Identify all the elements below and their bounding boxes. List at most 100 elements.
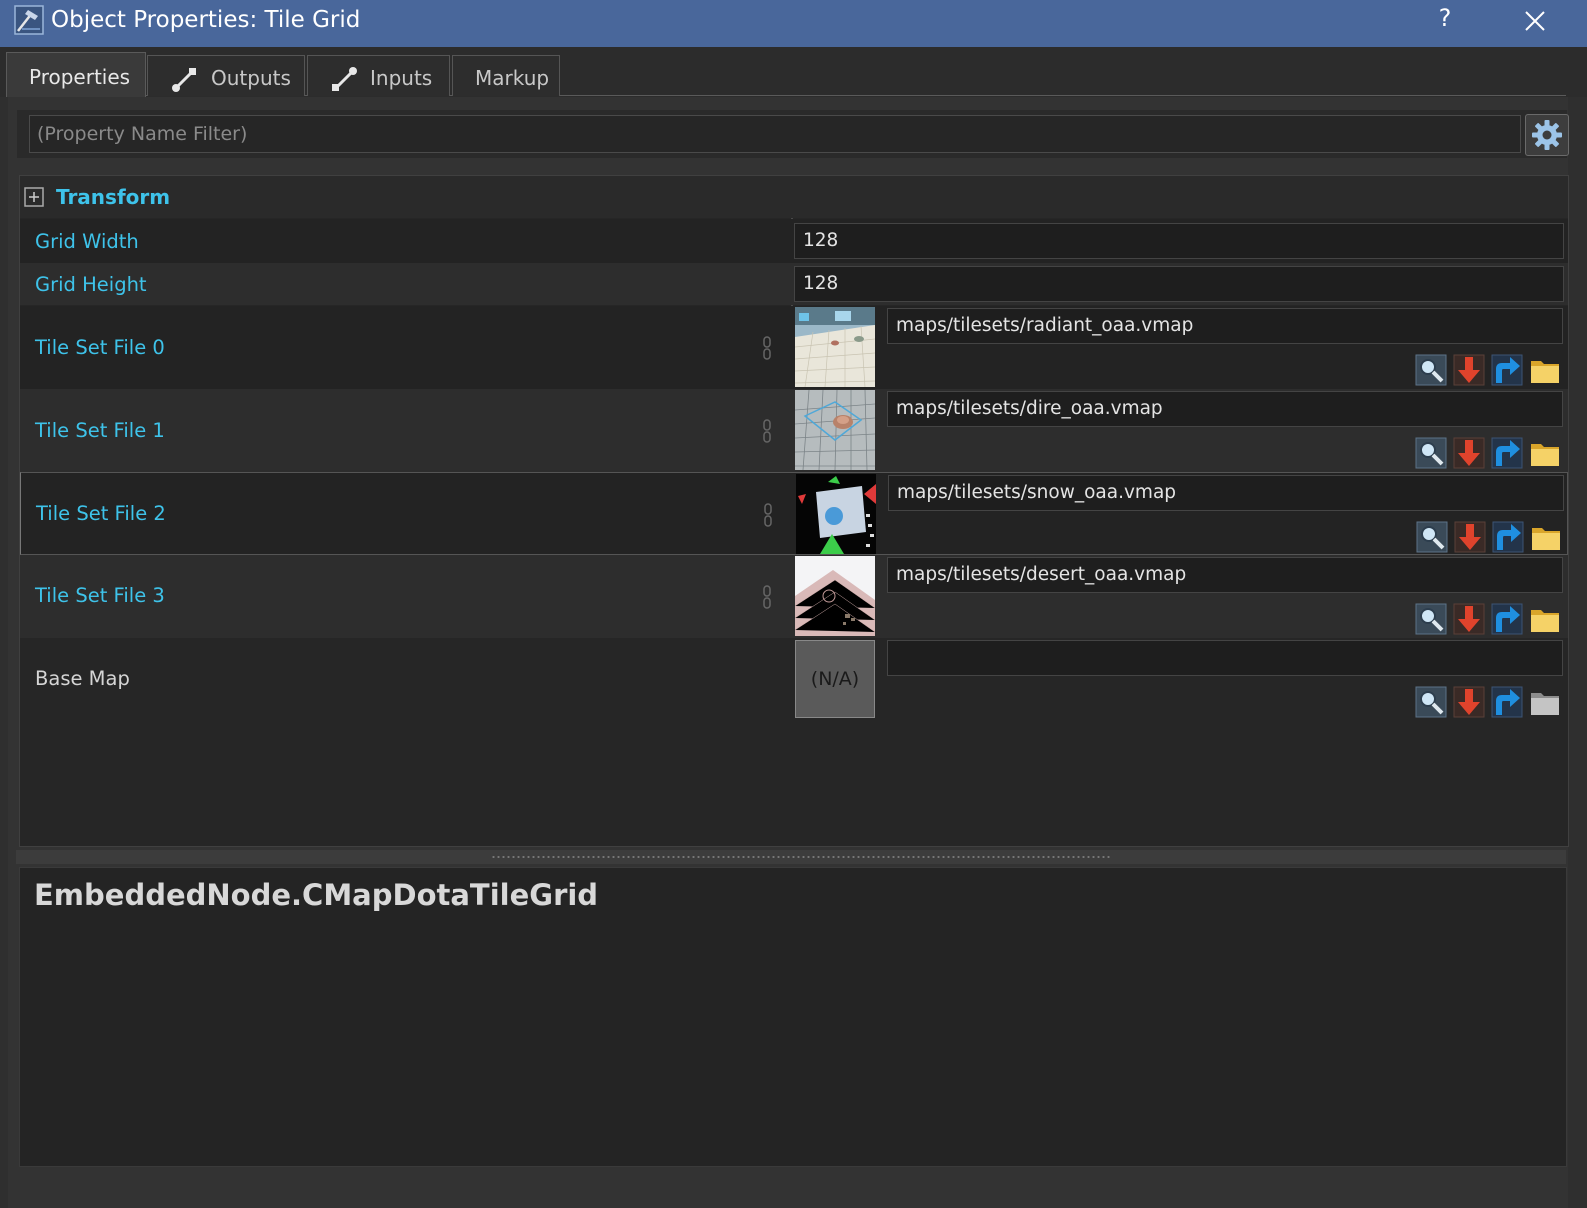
open-folder-button[interactable] bbox=[1529, 603, 1561, 635]
goto-asset-button[interactable] bbox=[1491, 437, 1523, 469]
link-chain-icon[interactable] bbox=[762, 336, 772, 360]
base-map-path-field[interactable] bbox=[887, 640, 1563, 676]
magnifier-icon bbox=[1415, 603, 1447, 635]
open-folder-button[interactable] bbox=[1529, 437, 1561, 469]
pick-arrow-down-icon bbox=[1454, 521, 1486, 553]
goto-asset-button[interactable] bbox=[1492, 521, 1524, 553]
goto-arrow-icon bbox=[1492, 521, 1524, 553]
splitter-grip[interactable] bbox=[491, 855, 1111, 859]
folder-icon bbox=[1531, 361, 1559, 383]
help-button[interactable]: ? bbox=[1432, 4, 1458, 32]
properties-window: Properties Outputs Inputs Markup (Proper… bbox=[0, 47, 1587, 1208]
goto-asset-button[interactable] bbox=[1491, 354, 1523, 386]
tile-set-1-path-field[interactable]: maps/tilesets/dire_oaa.vmap bbox=[887, 391, 1563, 427]
browse-asset-button[interactable] bbox=[1415, 437, 1447, 469]
tile-set-0-path-field[interactable]: maps/tilesets/radiant_oaa.vmap bbox=[887, 308, 1563, 344]
pick-arrow-down-icon bbox=[1453, 603, 1485, 635]
grid-width-field[interactable]: 128 bbox=[794, 223, 1564, 259]
output-connector-icon bbox=[172, 68, 196, 92]
property-label: Tile Set File 0 bbox=[35, 336, 165, 359]
file-tools bbox=[1415, 437, 1567, 469]
browse-asset-button[interactable] bbox=[1415, 686, 1447, 718]
pick-asset-button[interactable] bbox=[1453, 686, 1485, 718]
panel-splitter[interactable] bbox=[16, 850, 1566, 864]
pick-asset-button[interactable] bbox=[1453, 437, 1485, 469]
tileset-thumbnail bbox=[796, 474, 876, 554]
tab-label: Outputs bbox=[211, 66, 291, 90]
pick-arrow-down-icon bbox=[1453, 437, 1485, 469]
tab-label: Inputs bbox=[370, 66, 433, 90]
property-row-tile-set-1: Tile Set File 1 maps/tilesets/dire_oaa.v… bbox=[20, 389, 1568, 472]
property-row-tile-set-2: Tile Set File 2 maps/tilesets/snow_oaa.v… bbox=[20, 472, 1568, 555]
property-label: Tile Set File 3 bbox=[35, 584, 165, 607]
gear-icon bbox=[1532, 120, 1562, 150]
class-name-text: EmbeddedNode.CMapDotaTileGrid bbox=[34, 878, 599, 912]
plus-icon[interactable] bbox=[24, 187, 44, 207]
browse-asset-button[interactable] bbox=[1416, 521, 1448, 553]
tab-markup[interactable]: Markup bbox=[452, 55, 560, 96]
property-row-grid-height: Grid Height 128 bbox=[20, 263, 1568, 305]
goto-asset-button[interactable] bbox=[1491, 603, 1523, 635]
close-icon[interactable] bbox=[1520, 6, 1550, 36]
goto-arrow-icon bbox=[1491, 686, 1523, 718]
open-folder-button-disabled[interactable] bbox=[1529, 686, 1561, 718]
tab-outputs[interactable]: Outputs bbox=[147, 55, 305, 96]
grid-height-field[interactable]: 128 bbox=[794, 266, 1564, 302]
link-chain-icon[interactable] bbox=[763, 503, 773, 527]
magnifier-icon bbox=[1416, 521, 1448, 553]
goto-arrow-icon bbox=[1491, 437, 1523, 469]
tab-bar: Properties Outputs Inputs Markup bbox=[0, 47, 1587, 97]
property-row-grid-width: Grid Width 128 bbox=[20, 219, 1568, 263]
pick-arrow-down-icon bbox=[1453, 354, 1485, 386]
browse-asset-button[interactable] bbox=[1415, 603, 1447, 635]
settings-button[interactable] bbox=[1525, 114, 1569, 156]
tab-inputs[interactable]: Inputs bbox=[307, 55, 450, 96]
link-chain-icon[interactable] bbox=[762, 585, 772, 609]
tab-label: Markup bbox=[475, 66, 550, 90]
description-panel: EmbeddedNode.CMapDotaTileGrid bbox=[19, 867, 1567, 1167]
tile-set-2-path-field[interactable]: maps/tilesets/snow_oaa.vmap bbox=[888, 475, 1564, 511]
open-folder-button[interactable] bbox=[1530, 521, 1562, 553]
group-header-transform[interactable]: Transform bbox=[20, 176, 1568, 218]
pick-arrow-down-icon bbox=[1453, 686, 1485, 718]
goto-arrow-icon bbox=[1491, 603, 1523, 635]
folder-icon bbox=[1531, 444, 1559, 466]
magnifier-icon bbox=[1415, 437, 1447, 469]
tile-set-3-path-field[interactable]: maps/tilesets/desert_oaa.vmap bbox=[887, 557, 1563, 593]
group-name: Transform bbox=[56, 185, 171, 209]
browse-asset-button[interactable] bbox=[1415, 354, 1447, 386]
goto-asset-button[interactable] bbox=[1491, 686, 1523, 718]
no-thumbnail-placeholder: (N/A) bbox=[795, 640, 875, 718]
tileset-thumbnail bbox=[795, 390, 875, 470]
property-row-tile-set-0: Tile Set File 0 maps/tilesets/radiant_oa… bbox=[20, 306, 1568, 389]
link-chain-icon[interactable] bbox=[762, 419, 772, 443]
property-row-tile-set-3: Tile Set File 3 maps/tilesets/desert_oaa… bbox=[20, 555, 1568, 638]
open-folder-button[interactable] bbox=[1529, 354, 1561, 386]
pick-asset-button[interactable] bbox=[1454, 521, 1486, 553]
folder-icon bbox=[1532, 528, 1560, 550]
property-row-base-map: Base Map (N/A) bbox=[20, 638, 1568, 721]
property-label: Tile Set File 1 bbox=[35, 419, 165, 442]
title-bar: Object Properties: Tile Grid ? bbox=[0, 0, 1587, 47]
magnifier-icon bbox=[1415, 354, 1447, 386]
tab-label: Properties bbox=[29, 65, 131, 89]
property-label: Grid Height bbox=[35, 273, 147, 296]
tab-properties[interactable]: Properties bbox=[6, 52, 146, 97]
goto-arrow-icon bbox=[1491, 354, 1523, 386]
folder-icon bbox=[1531, 610, 1559, 632]
window-title: Object Properties: Tile Grid bbox=[51, 7, 361, 33]
pick-asset-button[interactable] bbox=[1453, 354, 1485, 386]
magnifier-icon bbox=[1415, 686, 1447, 718]
file-tools bbox=[1415, 354, 1567, 386]
property-name-filter-input[interactable] bbox=[29, 115, 1521, 153]
file-tools bbox=[1415, 603, 1567, 635]
pick-asset-button[interactable] bbox=[1453, 603, 1485, 635]
filter-bar bbox=[17, 110, 1569, 158]
property-label: Base Map bbox=[35, 667, 130, 690]
tileset-thumbnail bbox=[795, 556, 875, 636]
hammer-editor-icon bbox=[14, 5, 44, 35]
property-label: Grid Width bbox=[35, 230, 139, 253]
tileset-thumbnail bbox=[795, 307, 875, 387]
file-tools bbox=[1416, 521, 1568, 553]
property-grid: Transform Grid Width 128 Grid Height 128… bbox=[19, 175, 1569, 847]
